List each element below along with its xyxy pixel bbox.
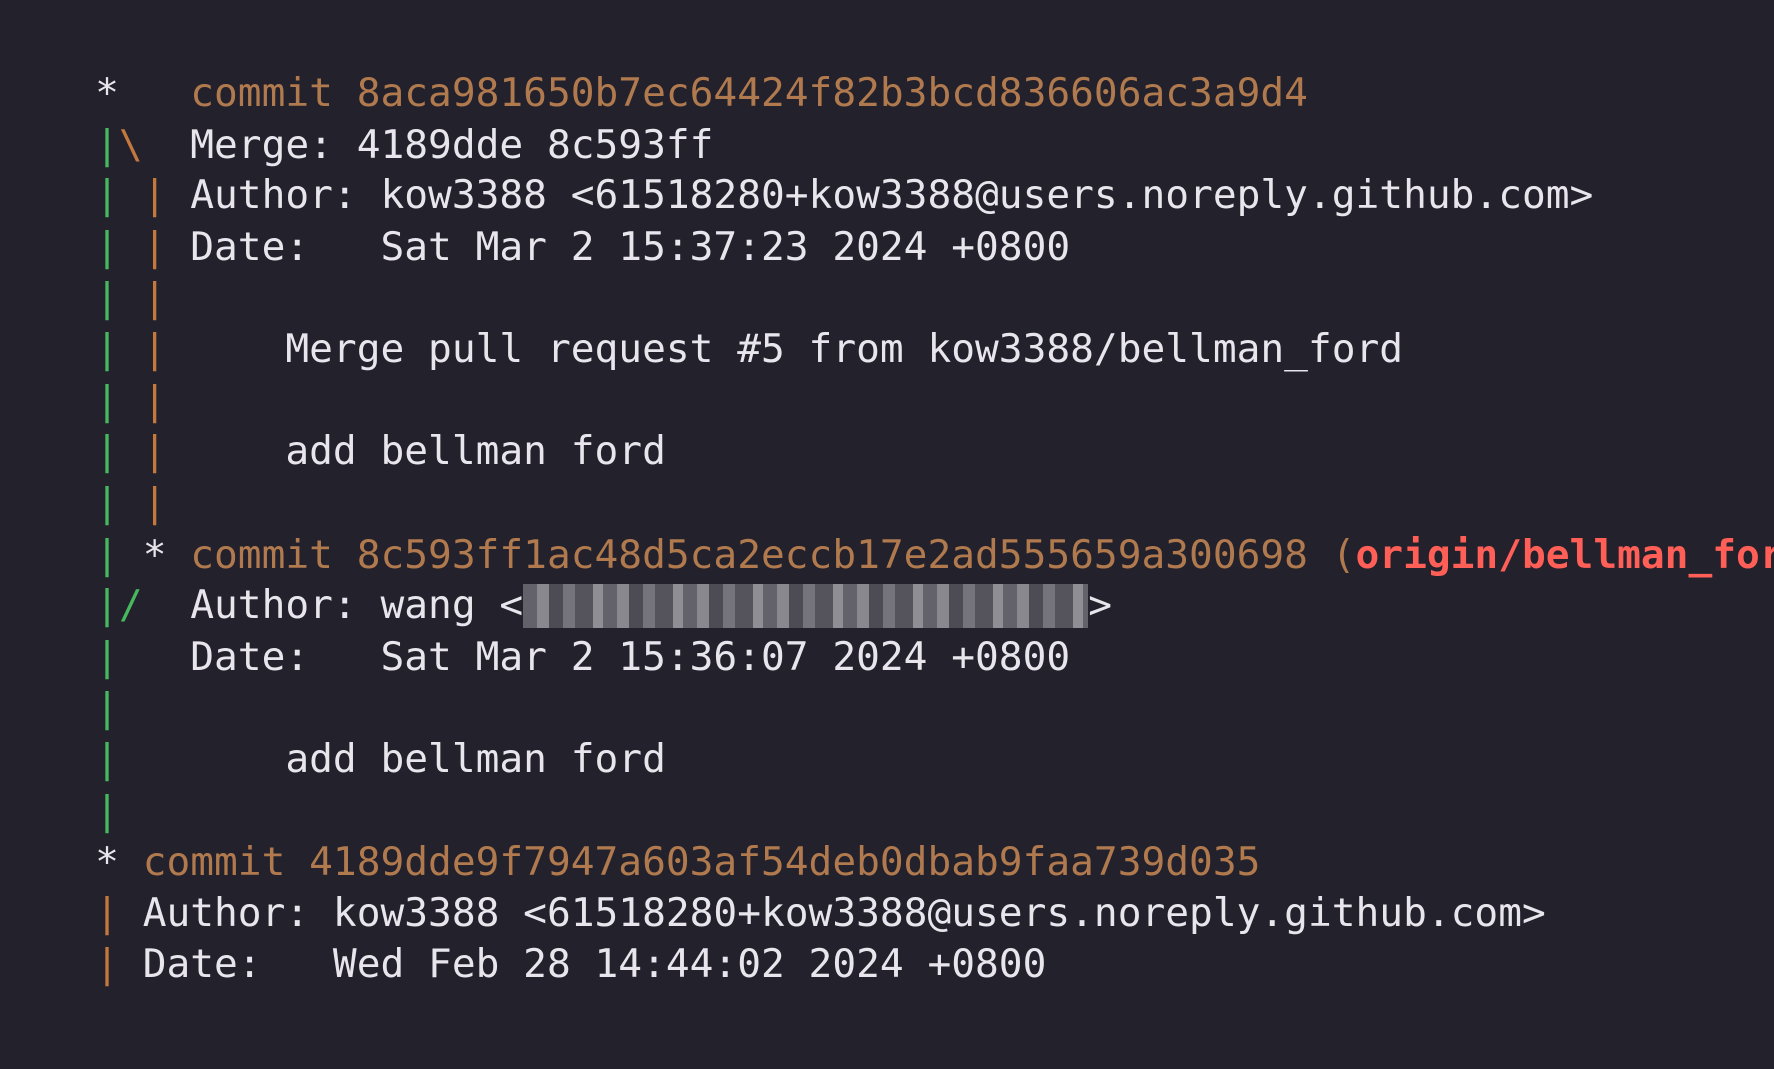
graph-pipe: | [95, 941, 119, 987]
graph-line: | | [0, 211, 166, 321]
author-line: |/ Author: wang < > [0, 518, 1112, 628]
commit-line: * commit 8aca981650b7ec64424f82b3bcd8366… [0, 6, 1308, 116]
author-line: | Author: kow3388 <61518280+kow3388@user… [0, 826, 1546, 936]
date-line: | Date: Wed Feb 28 14:44:02 2024 +0800 [0, 877, 1046, 987]
ref-paren: ( [1331, 532, 1356, 578]
commit-line: * commit 4189dde9f7947a603af54deb0dbab9f… [0, 775, 1260, 885]
terminal-window[interactable]: * commit 8aca981650b7ec64424f82b3bcd8366… [0, 0, 1774, 1069]
graph-line: | [0, 724, 119, 834]
author-suffix: > [1088, 582, 1112, 628]
branch-ref: origin/bellman_ford [1355, 532, 1774, 578]
date: Date: Wed Feb 28 14:44:02 2024 +0800 [142, 941, 1047, 987]
message-line: | add bellman ford [0, 672, 666, 782]
date-line: | Date: Sat Mar 2 15:36:07 2024 +0800 [0, 570, 1070, 680]
graph-line: | | [0, 416, 166, 526]
date-line: | | Date: Sat Mar 2 15:37:23 2024 +0800 [0, 160, 1070, 270]
message-line: | | add bellman ford [0, 364, 666, 474]
author-line: | | Author: kow3388 <61518280+kow3388@us… [0, 108, 1593, 218]
message-line: | | Merge pull request #5 from kow3388/b… [0, 262, 1403, 372]
graph-line: | [0, 621, 119, 731]
